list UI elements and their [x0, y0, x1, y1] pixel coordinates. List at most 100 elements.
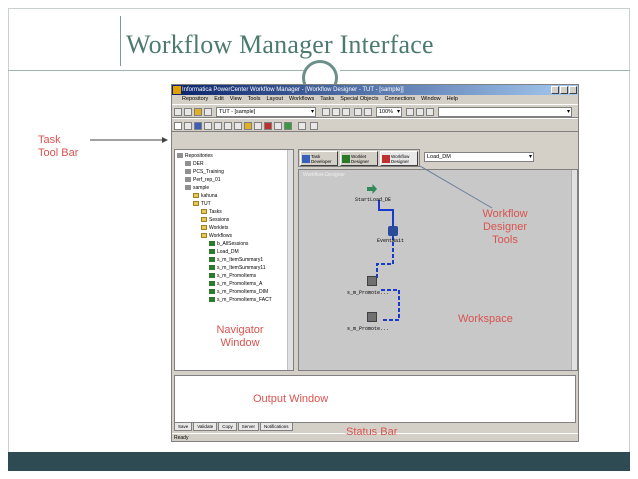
arrange-icon[interactable]: [406, 108, 414, 116]
start-workflow-icon[interactable]: [310, 122, 318, 130]
folder-icon: [193, 201, 199, 207]
workflow-combo[interactable]: Load_DM: [424, 152, 534, 162]
workspace-scrollbar[interactable]: [571, 170, 577, 370]
menu-special-objects[interactable]: Special Objects: [340, 95, 378, 104]
tree-node[interactable]: s_m_PromoItems: [209, 273, 256, 279]
worklet-designer-button[interactable]: Worklet Designer: [340, 151, 378, 166]
menu-workflows[interactable]: Workflows: [289, 95, 314, 104]
app-title-bar: Informatica PowerCenter Workflow Manager…: [172, 85, 578, 95]
tree-node-label: sample: [193, 185, 210, 191]
menu-tools[interactable]: Tools: [248, 95, 261, 104]
output-tab-save[interactable]: Save: [174, 423, 193, 431]
tree-node[interactable]: Worklets: [201, 225, 228, 231]
tree-node[interactable]: Load_DM: [209, 249, 239, 255]
menu-view[interactable]: View: [230, 95, 242, 104]
minimize-button[interactable]: [551, 86, 559, 94]
tree-node[interactable]: kahuna: [193, 193, 217, 199]
tree-node-label: Tasks: [209, 209, 222, 215]
session-task-icon[interactable]: [367, 312, 377, 322]
annotation-status-bar: Status Bar: [346, 426, 398, 438]
overview-icon[interactable]: [416, 108, 424, 116]
timer-task-icon[interactable]: [234, 122, 242, 130]
tree-node[interactable]: s_m_PromoItems_DIM: [209, 289, 268, 295]
tree-node-label: s_m_PromoItems_DIM: [217, 289, 269, 295]
output-tab-notifications[interactable]: Notifications: [259, 423, 293, 431]
worklet-icon[interactable]: [284, 122, 292, 130]
menu-tasks[interactable]: Tasks: [320, 95, 334, 104]
session-task-icon[interactable]: [184, 122, 192, 130]
command-task-icon[interactable]: [194, 122, 202, 130]
decision-task-icon[interactable]: [214, 122, 222, 130]
link-tool-icon[interactable]: [298, 122, 306, 130]
repository-icon: [185, 185, 191, 191]
help-icon[interactable]: [426, 108, 434, 116]
tree-node[interactable]: Repositories: [177, 153, 213, 159]
task-developer-label: Task Developer: [311, 154, 332, 164]
output-tab-copy[interactable]: Copy: [218, 423, 237, 431]
folder-combo[interactable]: TUT - [sample]: [216, 107, 316, 117]
open-folder-icon[interactable]: [194, 108, 202, 116]
title-accent-bar: [120, 16, 121, 66]
folder-icon: [193, 193, 199, 199]
save-icon[interactable]: [204, 108, 212, 116]
tree-node[interactable]: s_m_ItemSummary11: [209, 265, 266, 271]
zoom-in-icon[interactable]: [354, 108, 362, 116]
tree-node[interactable]: Tasks: [201, 209, 222, 215]
tree-node[interactable]: s_m_PromoItems_A: [209, 281, 262, 287]
app-icon: [173, 86, 181, 94]
tree-node[interactable]: DER: [185, 161, 204, 167]
workflow-icon: [209, 273, 215, 279]
copy-icon[interactable]: [332, 108, 340, 116]
assignment-task-icon[interactable]: [224, 122, 232, 130]
menu-connections[interactable]: Connections: [385, 95, 416, 104]
tree-node[interactable]: b_AllSessions: [209, 241, 248, 247]
repositories-icon: [177, 153, 183, 159]
event-wait-task-icon[interactable]: [388, 226, 398, 236]
tree-node[interactable]: sample: [185, 185, 209, 191]
tree-node[interactable]: Perf_rep_01: [185, 177, 221, 183]
worklet-designer-label: Worklet Designer: [351, 154, 370, 164]
navigator-scrollbar[interactable]: [287, 150, 293, 370]
menu-window[interactable]: Window: [421, 95, 441, 104]
tree-node-label: kahuna: [201, 193, 218, 199]
email-task-icon[interactable]: [204, 122, 212, 130]
tree-node[interactable]: PCS_Training: [185, 169, 224, 175]
tree-node[interactable]: Workflows: [201, 233, 232, 239]
find-combo[interactable]: [438, 107, 572, 117]
repository-icon: [185, 161, 191, 167]
menu-layout[interactable]: Layout: [266, 95, 283, 104]
menu-help[interactable]: Help: [447, 95, 458, 104]
event-wait-icon[interactable]: [264, 122, 272, 130]
tree-node[interactable]: s_m_PromoItems_FACT: [209, 297, 272, 303]
output-tab-validate[interactable]: Validate: [193, 423, 218, 431]
task-developer-button[interactable]: Task Developer: [300, 151, 338, 166]
maximize-button[interactable]: [560, 86, 568, 94]
connect-icon[interactable]: [174, 108, 182, 116]
repository-icon: [185, 169, 191, 175]
output-tab-server[interactable]: Server: [237, 423, 259, 431]
control-task-icon[interactable]: [244, 122, 252, 130]
zoom-combo[interactable]: 100%: [376, 107, 402, 117]
disconnect-icon[interactable]: [184, 108, 192, 116]
annotation-workspace: Workspace: [458, 313, 513, 325]
pointer-icon[interactable]: [174, 122, 182, 130]
designer-tools-bar: Task Developer Worklet Designer Workflow…: [298, 149, 420, 167]
workflow-designer-button[interactable]: Workflow Designer: [380, 151, 418, 166]
session-task-icon[interactable]: [367, 276, 377, 286]
tree-node-label: s_m_ItemSummary11: [217, 265, 266, 271]
link-task-icon[interactable]: [274, 122, 282, 130]
close-button[interactable]: [569, 86, 577, 94]
menu-repository[interactable]: Repository: [182, 95, 208, 104]
tree-node[interactable]: s_m_ItemSummary1: [209, 257, 263, 263]
footer-band: [8, 452, 630, 471]
tree-node[interactable]: Sessions: [201, 217, 229, 223]
annotation-output: Output Window: [253, 393, 329, 405]
zoom-out-icon[interactable]: [364, 108, 372, 116]
worklet-designer-icon: [342, 155, 350, 163]
menu-edit[interactable]: Edit: [214, 95, 223, 104]
output-window: [174, 375, 576, 423]
tree-node[interactable]: TUT: [193, 201, 211, 207]
paste-icon[interactable]: [342, 108, 350, 116]
event-raise-icon[interactable]: [254, 122, 262, 130]
cut-icon[interactable]: [322, 108, 330, 116]
